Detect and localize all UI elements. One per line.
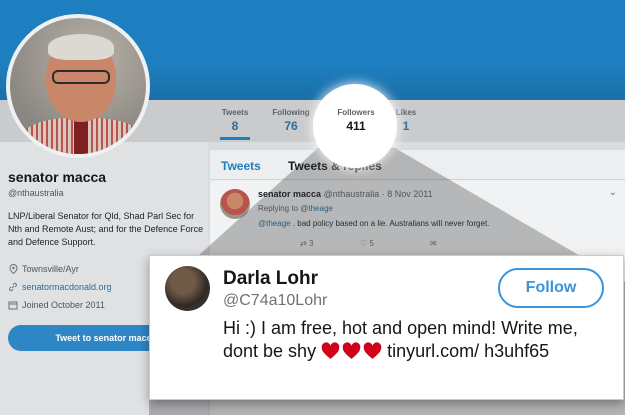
profile-name[interactable]: senator macca xyxy=(8,169,106,185)
dm-card: Darla Lohr @C74a10Lohr Follow Hi :) I am… xyxy=(149,255,624,400)
profile-website[interactable]: senatormacdonald.org xyxy=(8,282,112,292)
profile-joined-text: Joined October 2011 xyxy=(22,300,105,310)
dm-sender-handle[interactable]: @C74a10Lohr xyxy=(223,292,327,310)
calendar-icon xyxy=(8,300,18,310)
heart-icon xyxy=(363,342,382,359)
profile-location: Townsville/Ayr xyxy=(8,264,79,274)
profile-handle[interactable]: @nthaustralia xyxy=(8,188,64,198)
follow-button[interactable]: Follow xyxy=(498,268,604,308)
link-icon xyxy=(8,282,18,292)
stat-followers[interactable]: Followers 411 xyxy=(330,108,382,133)
heart-icon xyxy=(321,342,340,359)
map-pin-icon xyxy=(8,264,18,274)
heart-icon xyxy=(342,342,361,359)
stat-followers-value: 411 xyxy=(346,119,366,133)
stat-followers-label: Followers xyxy=(337,108,375,117)
heart-emojis xyxy=(321,342,382,360)
profile-location-text: Townsville/Ayr xyxy=(22,264,79,274)
profile-joined: Joined October 2011 xyxy=(8,300,105,310)
dm-sender-avatar[interactable] xyxy=(165,266,210,311)
profile-avatar[interactable] xyxy=(6,14,150,158)
dm-message-link[interactable]: tinyurl.com/ h3uhf65 xyxy=(387,341,549,361)
profile-bio: LNP/Liberal Senator for Qld, Shad Parl S… xyxy=(8,211,204,248)
profile-website-link[interactable]: senatormacdonald.org xyxy=(22,282,112,292)
dm-message: Hi :) I am free, hot and open mind! Writ… xyxy=(223,317,613,363)
dm-sender-name[interactable]: Darla Lohr xyxy=(223,268,318,290)
